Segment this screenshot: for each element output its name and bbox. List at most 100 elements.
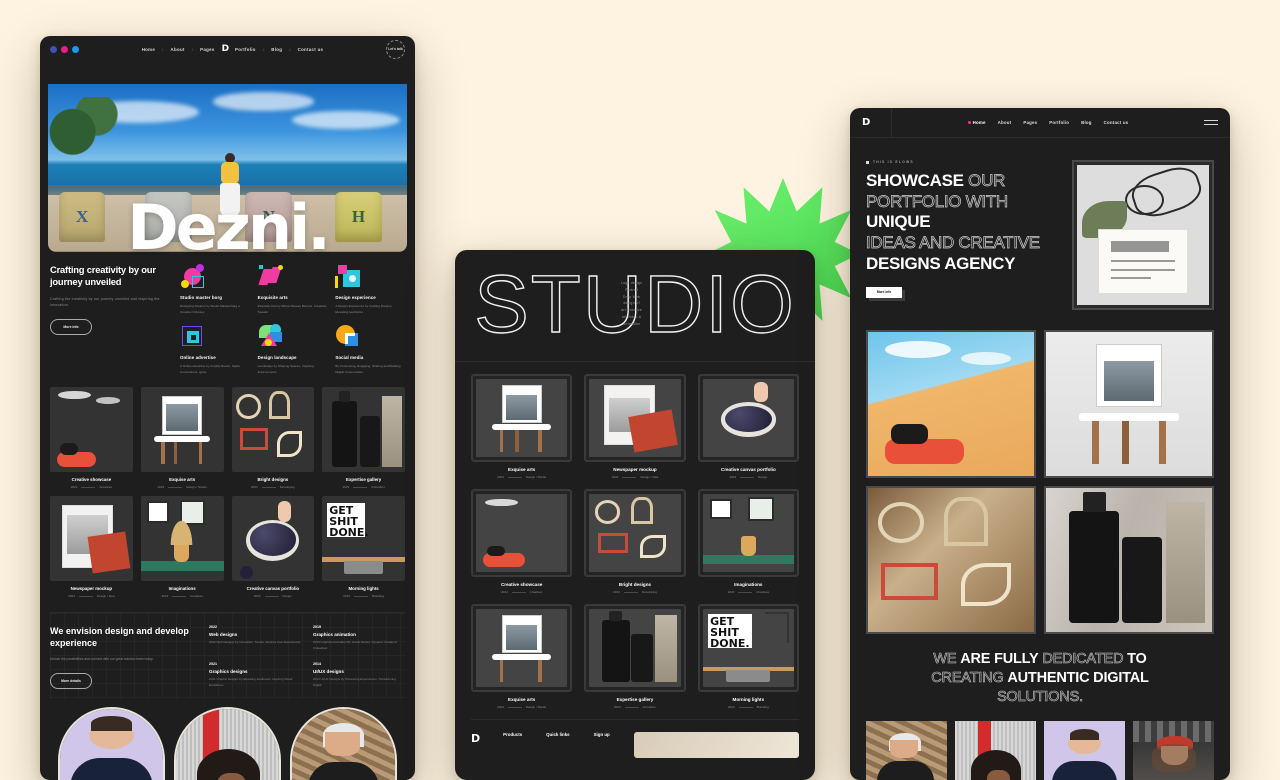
footer-column-signup[interactable]: Sign up xyxy=(594,732,610,737)
footer-column-quick-links[interactable]: Quick links xyxy=(546,732,569,737)
feature-card[interactable]: Design experience A Design Experience by… xyxy=(335,264,405,315)
nav-item-blog[interactable]: Blog xyxy=(271,47,282,52)
portfolio-card[interactable]: Exquise arts 2024 Design / Studio xyxy=(471,374,573,479)
mockup-showcase-agency[interactable]: D Home About Pages Portfolio Blog Contac… xyxy=(850,108,1230,780)
portfolio-card[interactable]: Creative canvas portfolio 2024 Design xyxy=(697,374,799,479)
portfolio-caption: Bright designs 2023 Developing xyxy=(584,577,685,594)
more-info-button[interactable]: More info xyxy=(50,319,92,336)
nav-item-pages[interactable]: Pages xyxy=(200,47,214,52)
brand-logo-icon[interactable]: D xyxy=(862,117,870,128)
team-member-card[interactable] xyxy=(174,706,281,780)
portfolio-card[interactable]: Bright designs 2023 Developing xyxy=(231,387,315,489)
mockup-dezni-landing-page[interactable]: Home / About / Pages D Portfolio / Blog / Co… xyxy=(40,36,415,780)
portfolio-card[interactable]: Imaginations 2023 Creatives xyxy=(697,489,799,594)
rucksack-poster-stool-photo[interactable] xyxy=(1044,330,1214,478)
team-member-card[interactable] xyxy=(290,706,397,780)
envision-intro: We envision design and develop experienc… xyxy=(50,625,195,689)
portfolio-title: Bright designs xyxy=(257,477,289,483)
portfolio-card[interactable]: Expertise gallery 2023 Animation xyxy=(584,604,686,709)
mock1-navbar: Home / About / Pages D Portfolio / Blog / Co… xyxy=(40,36,415,62)
hamburger-menu-icon[interactable] xyxy=(1204,119,1218,126)
portfolio-card[interactable]: Exquise arts 2024 Design / Studio xyxy=(140,387,224,489)
fivar-black-bottles-photo[interactable] xyxy=(1044,486,1214,634)
envision-title: Graphics animation xyxy=(313,632,356,638)
more-info-button[interactable]: More info xyxy=(866,286,902,298)
portfolio-caption: Newspaper mockup 2024 Design / Idea xyxy=(584,462,685,479)
portfolio-category: Design / Studio xyxy=(186,485,207,490)
portfolio-title: Exquise arts xyxy=(169,477,196,483)
team-member-card[interactable] xyxy=(866,720,947,780)
team-member-card[interactable] xyxy=(1133,720,1214,780)
portfolio-title: Newspaper mockup xyxy=(613,467,657,472)
nav-item-portfolio[interactable]: Portfolio xyxy=(1049,120,1069,125)
intro-block: Crafting creativity by our journey unvei… xyxy=(50,264,170,375)
portfolio-card[interactable]: GET SHIT DONE. Morning lights 2023 Branding xyxy=(322,496,405,598)
nav-item-home[interactable]: Home xyxy=(968,120,986,125)
team-member-card[interactable] xyxy=(58,706,165,780)
portfolio-card[interactable]: Newspaper mockup 2024 Design / Idea xyxy=(584,374,686,479)
nav-item-blog[interactable]: Blog xyxy=(1081,120,1092,125)
portfolio-title: Expertise gallery xyxy=(346,477,382,483)
portfolio-category: Branding xyxy=(756,705,769,709)
portfolio-meta: 2024 Design / Studio xyxy=(471,475,572,479)
lets-talk-button[interactable]: Let's talk xyxy=(386,39,405,59)
envision-title: Web designs xyxy=(209,632,238,638)
nav-item-contact[interactable]: Contact us xyxy=(1104,120,1129,125)
nav-item-contact[interactable]: Contact us xyxy=(298,47,324,52)
nav-item-portfolio[interactable]: Portfolio xyxy=(235,47,256,52)
feature-title: Studio master borg xyxy=(180,295,223,300)
brand-logo-icon[interactable]: D xyxy=(222,44,230,54)
portfolio-title: Imaginations xyxy=(168,586,196,592)
feature-card[interactable]: Design landscape Landscape by Shaping Sp… xyxy=(258,324,328,375)
nav-item-home[interactable]: Home xyxy=(142,47,155,52)
envision-item: 2014 UI/UX designs 2014 UI/UX Designs by… xyxy=(313,662,405,689)
portfolio-caption: Exquise arts 2024 Design / Studio xyxy=(471,692,572,709)
portfolio-title: Creative showcase xyxy=(71,477,112,483)
nav-item-pages[interactable]: Pages xyxy=(1023,120,1037,125)
tagline-part: AUTHENTIC DIGITAL xyxy=(1007,669,1149,686)
nav-item-about[interactable]: About xyxy=(998,120,1012,125)
vase-wheat-frames-photo xyxy=(140,496,224,582)
feature-card[interactable]: Online advertise A Online Advertise by A… xyxy=(180,324,250,375)
portfolio-card[interactable]: Imaginations 2023 Creatives xyxy=(140,496,224,598)
feature-card[interactable]: Exquisite arts Exquisite Arts by Where B… xyxy=(258,264,328,315)
portfolio-caption: Imaginations 2023 Creatives xyxy=(141,581,224,598)
footer-column-products[interactable]: Products xyxy=(503,732,522,737)
cloud-shape xyxy=(292,110,400,130)
nav-item-about[interactable]: About xyxy=(171,47,185,52)
team-member-card[interactable] xyxy=(1044,720,1125,780)
tagline-part: TO xyxy=(1127,651,1147,667)
feature-grid: Studio master borg Designing Dreams by S… xyxy=(180,264,405,375)
more-details-button[interactable]: More details xyxy=(50,672,92,689)
feature-card[interactable]: Studio master borg Designing Dreams by S… xyxy=(180,264,250,315)
portfolio-card[interactable]: Creative canvas portfolio 2024 Design xyxy=(231,496,315,598)
portfolio-card[interactable]: Expertise gallery 2023 Animation xyxy=(322,387,405,489)
brand-logo-icon[interactable]: D xyxy=(471,732,480,745)
portfolio-meta: 2024 Creatives xyxy=(50,485,133,489)
portfolio-card[interactable]: GET SHIT DONE. Morning lights 2023 Branding xyxy=(697,604,799,709)
feature-card[interactable]: Social media By Connecting, Engaging, Sh… xyxy=(335,324,405,375)
portfolio-meta: 2024 Design / Studio xyxy=(141,485,224,489)
mockup-studio-portfolio[interactable]: STUDIO Logo design Portrait Drop Web des… xyxy=(455,250,815,780)
portfolio-meta: 2024 Design xyxy=(232,594,315,598)
portfolio-card[interactable]: Bright designs 2023 Developing xyxy=(584,489,686,594)
feature-body: Landscape by Shaping Spaces, Inspiring E… xyxy=(257,364,314,375)
wooden-letters-pile-photo[interactable] xyxy=(866,486,1036,634)
portfolio-card[interactable]: Creative showcase 2024 Creatives xyxy=(50,387,133,489)
rucksack-poster-stool-photo xyxy=(476,379,568,457)
vase-wheat-frames-photo xyxy=(702,494,794,572)
tagline-part: SOLUTIONS. xyxy=(997,688,1084,705)
portfolio-title: Imaginations xyxy=(734,582,763,587)
mock3-nav-menu: Home About Pages Portfolio Blog Contact … xyxy=(892,120,1204,125)
feature-body: Designing Dreams by Studio Mastercharg a… xyxy=(180,304,240,315)
mock3-navbar: D Home About Pages Portfolio Blog Contac… xyxy=(850,108,1230,138)
headline-part: IDEAS AND CREATIVE xyxy=(866,233,1041,253)
desert-sky-person-photo[interactable] xyxy=(866,330,1036,478)
portfolio-card[interactable]: Creative showcase 2024 Creatives xyxy=(471,489,573,594)
portfolio-card[interactable]: Exquise arts 2024 Design / Studio xyxy=(471,604,573,709)
tagline-part: WE xyxy=(933,651,957,668)
envision-text: 2019 Graphics Animation By Visual Storie… xyxy=(313,640,397,650)
portfolio-title: Bright designs xyxy=(618,582,652,587)
portfolio-card[interactable]: Newspaper mockup 2024 Design / Idea xyxy=(50,496,133,598)
team-member-card[interactable] xyxy=(955,720,1036,780)
